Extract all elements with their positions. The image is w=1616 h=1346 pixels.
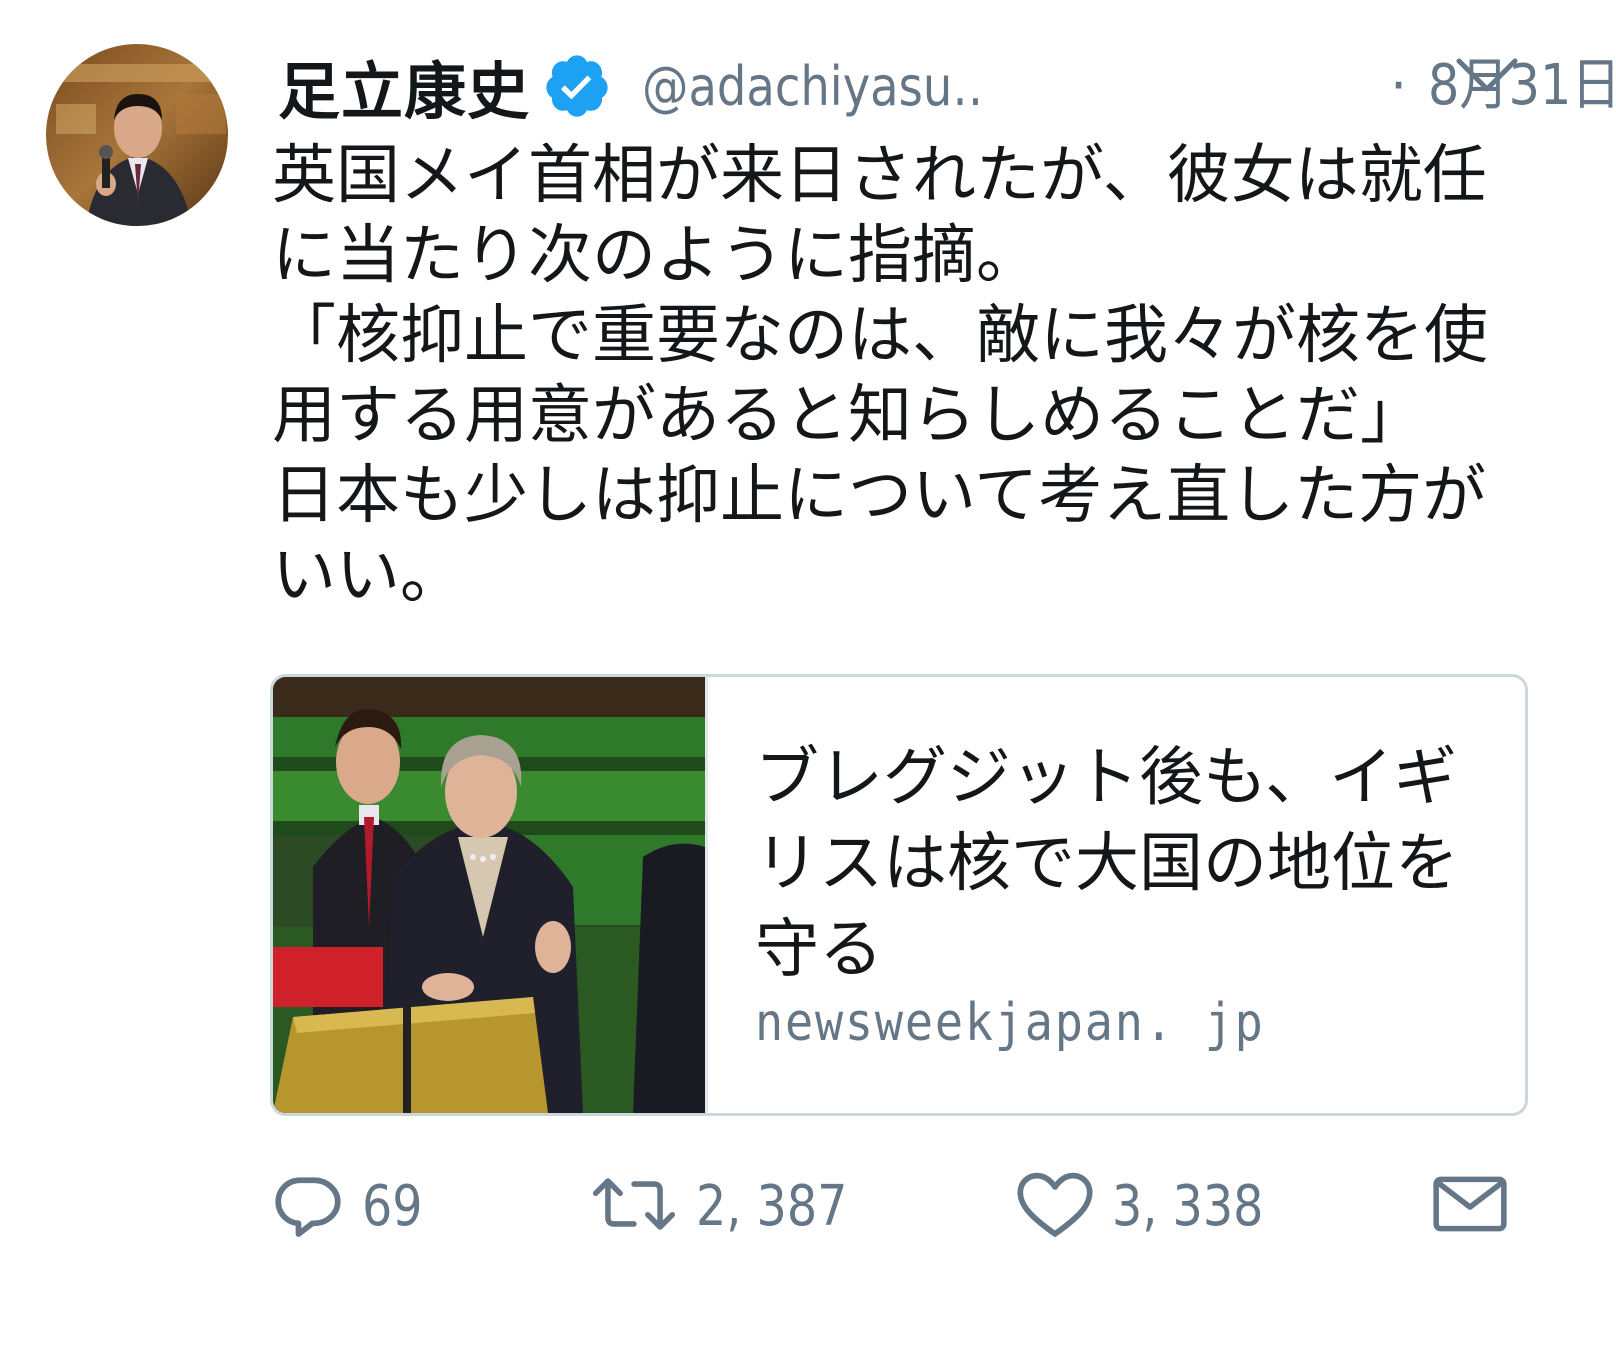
tweet-text-line: 用する用意があると知らしめることだ」	[272, 379, 1424, 453]
direct-message-button[interactable]	[1430, 1166, 1510, 1246]
tweet: 足立康史 @adachiyasu… · 8月31日 英国メイ首相が来日されたが、…	[0, 0, 1616, 1346]
tweet-actions: 69 2, 387 3, 338	[270, 1166, 1540, 1246]
tweet-text-line: 英国メイ首相が来日されたが、彼女は就任	[272, 139, 1487, 213]
card-title-line: 守る	[755, 913, 883, 987]
tweet-text: 英国メイ首相が来日されたが、彼女は就任 に当たり次のように指摘。 「核抑止で重要…	[272, 136, 1532, 616]
card-thumbnail-image	[273, 677, 708, 1113]
tweet-text-line: に当たり次のように指摘。	[272, 219, 1040, 293]
verified-badge-icon	[542, 51, 612, 121]
reply-count: 69	[362, 1173, 423, 1239]
retweet-button[interactable]: 2, 387	[588, 1166, 874, 1246]
like-button[interactable]: 3, 338	[1014, 1166, 1290, 1246]
card-title-line: ブレグジット後も、イギ	[755, 741, 1458, 815]
retweet-count: 2, 387	[696, 1173, 848, 1239]
chevron-down-icon[interactable]	[1455, 55, 1519, 95]
tweet-text-line: 日本も少しは抑止について考え直した方が	[272, 459, 1487, 533]
envelope-icon	[1430, 1166, 1510, 1246]
reply-button[interactable]: 69	[270, 1166, 433, 1246]
avatar[interactable]	[46, 44, 228, 226]
tweet-text-line: いい。	[272, 539, 464, 613]
link-preview-card[interactable]: ブレグジット後も、イギ リスは核で大国の地位を 守る newsweekjapan…	[270, 674, 1528, 1116]
card-domain: newsweekjapan. jp	[755, 993, 1265, 1053]
card-title-line: リスは核で大国の地位を	[755, 827, 1459, 901]
retweet-icon	[588, 1166, 680, 1246]
tweet-text-line: 「核抑止で重要なのは、敵に我々が核を使	[272, 299, 1488, 373]
like-count: 3, 338	[1112, 1173, 1264, 1239]
card-title: ブレグジット後も、イギ リスは核で大国の地位を 守る	[755, 735, 1495, 993]
display-name[interactable]: 足立康史	[278, 41, 530, 131]
heart-icon	[1014, 1166, 1096, 1246]
tweet-header: 足立康史 @adachiyasu… · 8月31日	[278, 41, 1616, 131]
user-handle[interactable]: @adachiyasu…	[642, 55, 986, 118]
separator-dot: ·	[1390, 54, 1408, 117]
reply-icon	[270, 1166, 346, 1246]
